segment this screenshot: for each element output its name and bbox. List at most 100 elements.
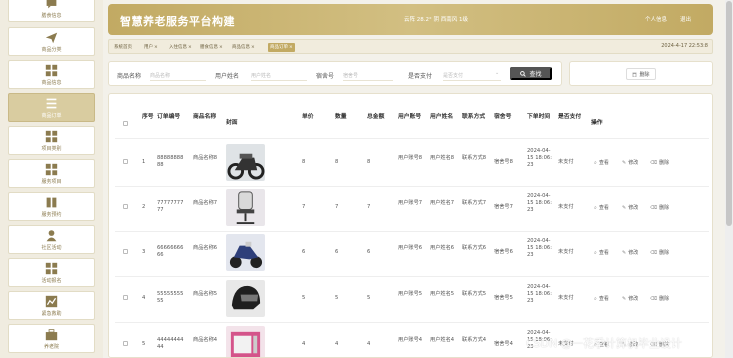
tab-2[interactable]: 入住信息× [167, 43, 194, 52]
search-field-label: 是否支付 [408, 73, 433, 80]
edit-label: 修改 [628, 205, 639, 211]
close-icon[interactable]: × [219, 45, 223, 50]
cell-contact: 联系方式7 [462, 200, 487, 206]
cell-order-no: 8888888888 [157, 155, 184, 169]
cell-contact: 联系方式4 [462, 337, 487, 343]
cell-order-no: 5555555555 [157, 291, 184, 305]
cell-contact: 联系方式8 [462, 155, 487, 161]
logout-link[interactable]: 退出 [680, 15, 691, 23]
sidebar-item[interactable]: 养老院 [8, 324, 95, 353]
cell-paid: 未支付 [558, 204, 574, 210]
delete-label: 删除 [659, 160, 670, 166]
close-icon[interactable]: × [188, 45, 192, 50]
bulk-delete-button[interactable]: 删除 [626, 68, 656, 80]
send-icon [45, 32, 58, 44]
product-cover-image [226, 326, 265, 357]
view-button[interactable]: ⌕ 查看 [594, 159, 609, 167]
delete-label: 删除 [659, 250, 670, 256]
view-button[interactable]: ⌕ 查看 [594, 295, 609, 303]
cell-order-no: 7777777777 [157, 200, 184, 214]
search-icon: ⌕ [594, 295, 597, 302]
tab-0[interactable]: 系统首页 [112, 43, 134, 52]
edit-button[interactable]: ✎ 修改 [622, 249, 638, 257]
cell-paid: 未支付 [558, 159, 574, 165]
delete-button[interactable]: ⌫ 删除 [650, 249, 670, 257]
chair-image [226, 189, 265, 226]
cell-account: 用户账号7 [398, 200, 423, 206]
cell-username: 用户姓名6 [430, 245, 455, 251]
sidebar-item[interactable]: 商品信息 [8, 60, 95, 89]
edit-button[interactable]: ✎ 修改 [622, 295, 639, 303]
delete-button[interactable]: ⌫ 删除 [650, 159, 670, 167]
tab-label: 商品订单 [270, 45, 288, 50]
tab-3[interactable]: 膳食信息× [198, 43, 225, 52]
row-checkbox[interactable] [123, 204, 128, 209]
row-checkbox[interactable] [123, 341, 128, 346]
scrollbar-thumb[interactable] [726, 1, 732, 226]
chevron-down-icon[interactable]: ⌄ [495, 70, 499, 76]
column-header: 下单时间 [527, 114, 551, 120]
search-input-3[interactable]: 是否支付 [443, 68, 501, 81]
grid-icon [45, 163, 58, 176]
sidebar-item[interactable]: 项目类别 [8, 126, 95, 155]
sidebar-item[interactable]: 商品订单 [8, 93, 95, 122]
sidebar-item[interactable]: 社区活动 [8, 225, 95, 254]
sidebar-item[interactable]: 服务项目 [8, 159, 95, 188]
row-checkbox[interactable] [123, 159, 128, 164]
sidebar-item[interactable]: 商品分类 [8, 27, 95, 56]
search-input-0[interactable]: 商品名称 [150, 68, 206, 81]
delete-button[interactable]: ⌫ 删除 [650, 204, 669, 212]
tab-label: 商品信息 [232, 45, 250, 50]
sidebar-item-label: 商品订单 [41, 113, 62, 119]
sidebar-item[interactable]: 紧急救助 [8, 291, 95, 320]
select-all-checkbox[interactable] [123, 121, 128, 126]
column-header: 用户账号 [398, 114, 422, 120]
edit-button[interactable]: ✎ 修改 [622, 159, 638, 167]
column-header: 总金额 [367, 114, 385, 120]
sidebar-item[interactable]: 活动报名 [8, 258, 95, 287]
view-button[interactable]: ⌕ 查看 [594, 204, 609, 212]
search-input-1[interactable]: 用户姓名 [251, 68, 307, 81]
search-input-2[interactable]: 宿舍号 [343, 68, 393, 81]
search-field-label: 宿舍号 [316, 73, 335, 80]
cell-username: 用户姓名5 [430, 291, 455, 297]
search-button[interactable]: 查找 [510, 67, 552, 80]
cell-price: 4 [302, 341, 306, 347]
column-header: 单价 [302, 114, 314, 120]
delete-label: 删除 [659, 296, 670, 302]
tab-5[interactable]: 商品订单× [268, 43, 295, 52]
cell-dorm: 宿舍号6 [494, 249, 513, 255]
delete-button[interactable]: ⌫ 删除 [650, 295, 670, 303]
tab-4[interactable]: 商品信息× [230, 43, 257, 52]
view-button[interactable]: ⌕ 查看 [594, 249, 609, 257]
cell-time: 2024-04-15 18:06:23 [527, 238, 552, 259]
search-button-label: 查找 [529, 72, 542, 78]
sidebar-item[interactable]: 膳食信息 [8, 0, 95, 22]
edit-label: 修改 [628, 296, 639, 302]
cell-name: 商品名称7 [193, 200, 218, 206]
cell-order-no: 4444444444 [157, 337, 184, 351]
column-header: 用户姓名 [430, 114, 454, 120]
user-icon [46, 230, 57, 242]
cell-price: 7 [302, 204, 306, 210]
row-checkbox[interactable] [123, 249, 128, 254]
close-icon[interactable]: × [251, 45, 255, 50]
view-label: 查看 [598, 205, 609, 211]
grid-icon [45, 64, 58, 77]
tab-1[interactable]: 用户× [142, 43, 160, 52]
close-icon[interactable]: × [289, 45, 293, 50]
watermark: CSDN @一花季计算机毕业设计 [526, 337, 682, 350]
close-icon[interactable]: × [154, 45, 158, 50]
book-icon [46, 197, 57, 208]
cell-account: 用户账号6 [398, 245, 423, 251]
grid-icon [45, 130, 58, 143]
profile-link[interactable]: 个人信息 [645, 15, 667, 23]
cell-total: 5 [367, 295, 371, 301]
cell-paid: 未支付 [558, 249, 574, 255]
site-title: 智慧养老服务平台构建 [120, 15, 235, 28]
sidebar-item[interactable]: 服务预约 [8, 192, 95, 221]
row-checkbox[interactable] [123, 295, 128, 300]
cell-time: 2024-04-15 18:06:23 [527, 193, 552, 214]
cell-seq: 1 [142, 159, 146, 165]
edit-button[interactable]: ✎ 修改 [622, 204, 639, 212]
